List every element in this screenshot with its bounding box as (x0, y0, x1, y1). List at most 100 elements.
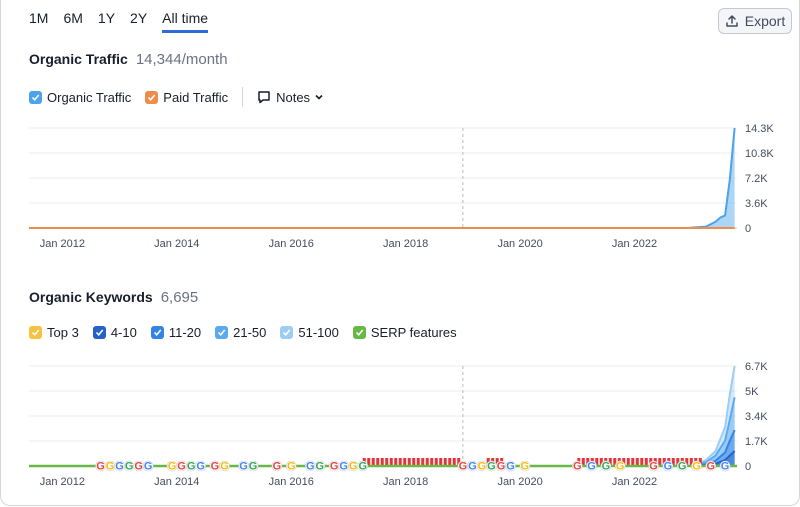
chevron-down-icon (315, 94, 323, 100)
legend-label: 4-10 (110, 325, 137, 340)
google-update-icon: G (168, 461, 177, 473)
google-update-icon: G (287, 461, 296, 473)
google-update-icon: G (358, 461, 367, 473)
export-label: Export (744, 13, 786, 29)
google-update-icon: G (487, 461, 496, 473)
google-update-icon: G (187, 461, 196, 473)
keywords-chart: 6.7K 5K 3.4K 1.7K 0 Jan 2012 Jan 2014 Jan 2016 J… (29, 361, 768, 488)
x-tick-label: Jan 2014 (154, 238, 199, 250)
google-update-icon: G (678, 461, 687, 473)
y-tick-label: 0 (745, 223, 751, 235)
range-tab-1m[interactable]: 1M (29, 10, 48, 33)
legend-divider (242, 87, 244, 107)
legend-serp-features[interactable]: SERP features (352, 325, 457, 340)
x-tick-label: Jan 2020 (497, 476, 542, 488)
comment-icon (258, 91, 270, 104)
notes-label: Notes (276, 89, 311, 105)
traffic-chart: 14.3K 10.8K 7.2K 3.6K 0 Jan 2012 Jan 2014 Jan 2… (29, 123, 774, 250)
google-update-icon: G (478, 461, 487, 473)
series-line-21-50 (29, 397, 736, 467)
legend-label: 51-100 (298, 325, 339, 340)
google-update-icon: G (134, 461, 143, 473)
google-update-icon: G (616, 461, 625, 473)
legend-21-50[interactable]: 21-50 (215, 325, 266, 340)
google-update-icon: G (497, 461, 506, 473)
x-tick-label: Jan 2016 (269, 238, 314, 250)
google-update-icon: G (177, 461, 186, 473)
y-tick-label: 3.4K (745, 411, 768, 423)
range-tab-2y[interactable]: 2Y (130, 10, 147, 33)
google-update-icon: G (115, 461, 124, 473)
checkbox-icon (150, 326, 164, 339)
y-tick-label: 7.2K (745, 173, 768, 185)
x-tick-label: Jan 2014 (154, 476, 199, 488)
export-button[interactable]: Export (718, 8, 792, 34)
keywords-legend: Top 3 4-10 11-20 21-50 51-100 SERP featu… (29, 325, 471, 340)
legend-label: 21-50 (233, 325, 267, 340)
checkbox-icon (29, 90, 42, 104)
google-update-icon: G (330, 461, 339, 473)
checkbox-icon (92, 326, 106, 339)
google-update-icon: G (521, 461, 530, 473)
legend-label: SERP features (370, 325, 457, 340)
area-21-50 (29, 397, 735, 466)
google-update-icon: G (692, 461, 701, 473)
y-tick-label: 3.6K (745, 198, 768, 210)
x-tick-label: Jan 2018 (383, 476, 428, 488)
google-update-icon: G (211, 461, 220, 473)
google-update-icon: G (664, 461, 673, 473)
range-tab-all-time[interactable]: All time (162, 10, 209, 33)
google-update-icon: G (459, 461, 468, 473)
google-update-icon: G (125, 461, 134, 473)
google-update-icon: G (316, 461, 325, 473)
legend-label: Organic Traffic (47, 89, 132, 105)
checkbox-icon (280, 326, 294, 339)
google-update-icon: G (306, 461, 315, 473)
checkbox-icon (29, 326, 42, 339)
google-update-icon: G (196, 461, 205, 473)
y-tick-label: 1.7K (745, 436, 768, 448)
google-update-icon: G (106, 461, 115, 473)
checkbox-icon (145, 90, 159, 104)
google-update-icon: G (144, 461, 153, 473)
google-update-icon: G (273, 461, 282, 473)
x-tick-label: Jan 2012 (40, 238, 85, 250)
legend-label: Paid Traffic (163, 89, 229, 105)
y-tick-label: 10.8K (745, 148, 774, 160)
upload-icon (726, 15, 738, 27)
google-update-icon: G (239, 461, 248, 473)
legend-label: Top 3 (47, 325, 79, 340)
google-update-icon: G (468, 461, 477, 473)
x-tick-label: Jan 2022 (612, 238, 657, 250)
legend-paid-traffic[interactable]: Paid Traffic (145, 90, 228, 105)
keywords-title: Organic Keywords 6,695 (29, 289, 198, 306)
traffic-title-text: Organic Traffic (29, 51, 128, 67)
google-update-icon: G (706, 461, 715, 473)
legend-top-3[interactable]: Top 3 (29, 325, 79, 340)
x-tick-label: Jan 2016 (269, 476, 314, 488)
notes-dropdown[interactable]: Notes (257, 90, 324, 105)
google-update-icon: G (96, 461, 105, 473)
legend-51-100[interactable]: 51-100 (280, 325, 339, 340)
x-tick-label: Jan 2012 (40, 476, 85, 488)
google-update-icon: G (249, 461, 258, 473)
legend-4-10[interactable]: 4-10 (92, 325, 137, 340)
google-update-icon: G (349, 461, 358, 473)
legend-11-20[interactable]: 11-20 (150, 325, 201, 340)
checkbox-icon (352, 326, 366, 339)
x-tick-label: Jan 2020 (497, 238, 542, 250)
traffic-title: Organic Traffic 14,344/month (29, 51, 228, 68)
time-range-tabs: 1M 6M 1Y 2Y All time (29, 10, 223, 33)
y-tick-label: 0 (745, 461, 751, 473)
traffic-legend: Organic Traffic Paid Traffic Notes (29, 87, 324, 107)
y-tick-label: 5K (745, 386, 759, 398)
range-tab-6m[interactable]: 6M (63, 10, 82, 33)
checkbox-icon (215, 326, 229, 339)
google-update-icon: G (649, 461, 658, 473)
legend-organic-traffic[interactable]: Organic Traffic (29, 90, 131, 105)
y-tick-label: 6.7K (745, 361, 768, 373)
range-tab-1y[interactable]: 1Y (98, 10, 115, 33)
google-update-icon: G (573, 461, 582, 473)
x-tick-label: Jan 2018 (383, 238, 428, 250)
google-update-icon: G (721, 461, 730, 473)
